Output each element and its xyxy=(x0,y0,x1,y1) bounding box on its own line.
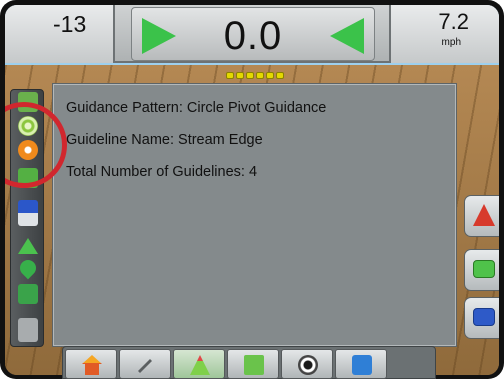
camera-icon xyxy=(298,355,318,375)
guideline-info-panel: Guidance Pattern: Circle Pivot Guidance … xyxy=(52,83,457,347)
green-message-icon xyxy=(473,260,495,278)
blue-message-icon xyxy=(473,308,495,326)
tools-button[interactable] xyxy=(119,349,171,379)
status-bar: -13 0.0 7.2 mph xyxy=(5,5,499,63)
home-icon xyxy=(82,355,102,375)
guidance-view-button[interactable] xyxy=(173,349,225,379)
guidance-view-icon xyxy=(190,355,210,375)
speed-unit: mph xyxy=(441,37,461,48)
lightbar-led xyxy=(266,72,274,79)
lightbar-led xyxy=(256,72,264,79)
sensor-icon[interactable] xyxy=(18,168,38,188)
circle-pivot-icon[interactable] xyxy=(18,116,38,136)
map-button[interactable] xyxy=(227,349,279,379)
lightbar-led xyxy=(236,72,244,79)
display-device: -13 0.0 7.2 mph Guidance Pattern: Circle… xyxy=(0,0,504,379)
lightbar-led xyxy=(226,72,234,79)
lightbar-led xyxy=(276,72,284,79)
speed-value: 7.2 xyxy=(438,9,469,34)
lightbar-leds xyxy=(226,72,284,80)
scroll-placeholder xyxy=(18,318,38,342)
left-toolbar xyxy=(10,89,44,347)
guidance-arrow-icon xyxy=(473,204,495,226)
guidance-arrow-button[interactable] xyxy=(464,195,499,237)
guidance-screen: -13 0.0 7.2 mph Guidance Pattern: Circle… xyxy=(5,5,499,375)
speed-readout[interactable]: 7.2 mph xyxy=(389,5,499,63)
data-icon xyxy=(352,355,372,375)
triangle-icon[interactable] xyxy=(18,238,38,254)
circle-pivot-selected-icon[interactable] xyxy=(18,140,38,160)
camera-button[interactable] xyxy=(281,349,333,379)
blue-message-button[interactable] xyxy=(464,297,499,339)
cross-track-indicator[interactable]: 0.0 xyxy=(131,7,375,61)
lightbar-led xyxy=(246,72,254,79)
steer-left-arrow-icon xyxy=(330,18,364,54)
data-button[interactable] xyxy=(335,349,387,379)
drop-icon[interactable] xyxy=(16,256,40,280)
total-guidelines-label: Total Number of Guidelines: 4 xyxy=(66,164,258,180)
guidance-pattern-label: Guidance Pattern: Circle Pivot Guidance xyxy=(66,100,327,116)
lock-icon[interactable] xyxy=(18,284,38,304)
cross-track-left-value: -13 xyxy=(53,11,87,37)
guidance-mode-icon[interactable] xyxy=(18,92,38,112)
magnet-icon[interactable] xyxy=(18,200,38,226)
map-icon xyxy=(244,355,264,375)
home-button[interactable] xyxy=(65,349,117,379)
cross-track-readout[interactable]: -13 xyxy=(5,5,115,63)
tools-icon xyxy=(138,359,152,373)
guideline-name-label: Guideline Name: Stream Edge xyxy=(66,132,263,148)
bottom-toolbar xyxy=(62,346,436,379)
green-message-button[interactable] xyxy=(464,249,499,291)
